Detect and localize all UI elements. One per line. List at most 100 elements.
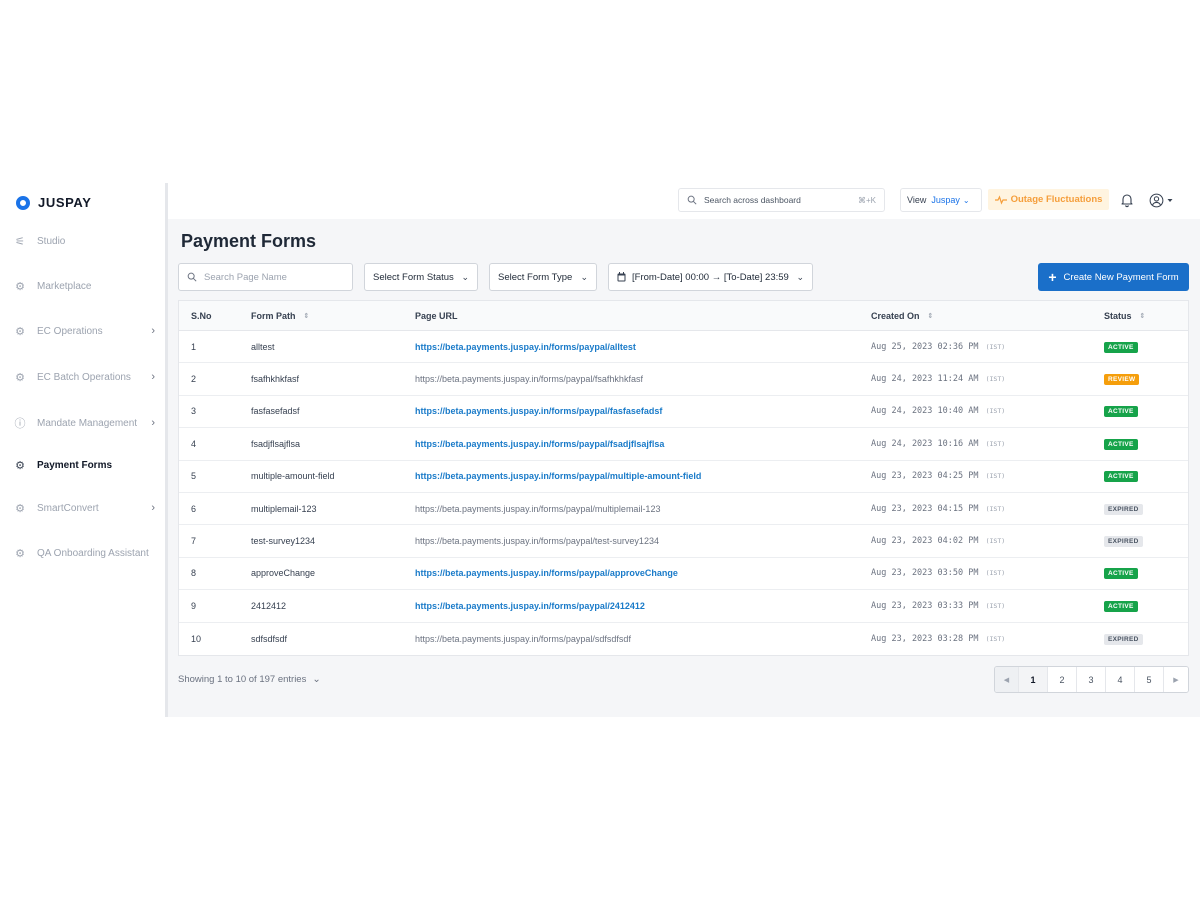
page-url-link[interactable]: https://beta.payments.juspay.in/forms/pa… <box>415 568 678 578</box>
sidebar-item-label: EC Batch Operations <box>37 371 131 383</box>
sidebar-item-mandate-management[interactable]: ⓘ Mandate Management › <box>0 412 165 434</box>
next-page-button[interactable]: ▶ <box>1164 667 1188 692</box>
column-header-form-path[interactable]: Form Path ⇕ <box>251 311 415 321</box>
entries-count: Showing 1 to 10 of 197 entries <box>178 674 307 685</box>
created-on-cell: Aug 23, 2023 04:15 PM (IST) <box>871 503 1006 514</box>
sno-cell: 9 <box>191 600 197 611</box>
view-selector[interactable]: View Juspay ⌄ <box>900 188 982 212</box>
timezone-label: (IST) <box>985 342 1006 351</box>
view-value: Juspay <box>931 195 960 205</box>
brand-name: JUSPAY <box>38 195 92 210</box>
outage-fluctuations-button[interactable]: Outage Fluctuations <box>988 189 1109 210</box>
payment-forms-table: S.No Form Path ⇕ Page URL Created On ⇕ Sta… <box>178 300 1189 656</box>
page-button-3[interactable]: 3 <box>1077 667 1106 692</box>
status-badge: ACTIVE <box>1104 438 1138 450</box>
page-button-5[interactable]: 5 <box>1135 667 1164 692</box>
sidebar-item-label: EC Operations <box>37 325 103 337</box>
form-status-select-label: Select Form Status <box>373 271 454 283</box>
settings-gear-icon: ⚙ <box>15 325 25 338</box>
page-name-search[interactable] <box>178 263 353 291</box>
entries-count-selector[interactable]: Showing 1 to 10 of 197 entries ⌄ <box>178 674 321 685</box>
page-url-link[interactable]: https://beta.payments.juspay.in/forms/pa… <box>415 471 701 481</box>
status-badge: ACTIVE <box>1104 406 1138 418</box>
page-url-link[interactable]: https://beta.payments.juspay.in/forms/pa… <box>415 406 662 416</box>
table-row: 10 sdfsdfsdf https://beta.payments.juspay.… <box>179 623 1188 655</box>
column-header-page-url: Page URL <box>415 310 458 321</box>
sidebar-item-studio[interactable]: ⚟ Studio <box>0 230 165 252</box>
chevron-down-icon: ⌄ <box>580 271 588 282</box>
page-url-link[interactable]: https://beta.payments.juspay.in/forms/pa… <box>415 342 636 352</box>
date-range-picker[interactable]: [From-Date] 00:00 → [To-Date] 23:59 ⌄ <box>608 263 813 291</box>
marketplace-icon: ⚙ <box>15 280 25 293</box>
form-path-cell: fsafhkhkfasf <box>251 374 300 385</box>
sidebar-item-label: SmartConvert <box>37 502 99 514</box>
chevron-right-icon: › <box>151 325 155 337</box>
user-menu[interactable] <box>1149 192 1173 208</box>
sliders-icon: ⚟ <box>15 235 25 248</box>
timezone-label: (IST) <box>985 472 1006 481</box>
sort-icon[interactable]: ⇕ <box>304 312 310 320</box>
column-header-created-on[interactable]: Created On ⇕ <box>871 311 1104 321</box>
status-badge: EXPIRED <box>1104 503 1143 515</box>
sno-cell: 3 <box>191 406 197 417</box>
created-on-cell: Aug 24, 2023 10:40 AM (IST) <box>871 406 1006 417</box>
page-url-link[interactable]: https://beta.payments.juspay.in/forms/pa… <box>415 601 645 611</box>
pulse-icon <box>994 194 1007 205</box>
table-body: 1 alltest https://beta.payments.juspay.in/… <box>179 331 1188 655</box>
batch-operations-icon: ⚙ <box>15 371 25 384</box>
sno-cell: 7 <box>191 536 197 547</box>
create-payment-form-button[interactable]: + Create New Payment Form <box>1038 263 1189 291</box>
pagination: ◀ 1 2 3 4 5 ▶ <box>994 666 1189 693</box>
created-on-cell: Aug 23, 2023 04:02 PM (IST) <box>871 536 1006 547</box>
form-path-cell: sdfsdfsdf <box>251 633 288 644</box>
status-badge: ACTIVE <box>1104 341 1138 353</box>
table-row: 1 alltest https://beta.payments.juspay.in/… <box>179 331 1188 364</box>
sidebar-item-ec-batch-operations[interactable]: ⚙ EC Batch Operations › <box>0 366 165 388</box>
sno-cell: 4 <box>191 438 197 449</box>
form-path-cell: approveChange <box>251 568 316 579</box>
sidebar: JUSPAY ⚟ Studio ⚙ Marketplace ⚙ EC Operations… <box>0 183 168 717</box>
sidebar-item-smartconvert[interactable]: ⚙ SmartConvert › <box>0 497 165 519</box>
form-type-select-label: Select Form Type <box>498 271 573 283</box>
global-search[interactable]: ⌘+K <box>678 188 885 212</box>
page-name-search-input[interactable] <box>204 271 344 283</box>
sort-icon[interactable]: ⇕ <box>928 312 934 320</box>
date-range-label: [From-Date] 00:00 → [To-Date] 23:59 <box>632 271 789 283</box>
user-avatar-icon <box>1149 193 1164 207</box>
table-row: 8 approveChange https://beta.payments.jusp… <box>179 558 1188 591</box>
view-label: View <box>907 195 927 205</box>
column-header-status[interactable]: Status ⇕ <box>1104 311 1184 321</box>
mandate-icon: ⓘ <box>14 418 26 430</box>
sidebar-item-qa-onboarding-assistant[interactable]: ⚙ QA Onboarding Assistant <box>0 542 165 564</box>
page-url-link[interactable]: https://beta.payments.juspay.in/forms/pa… <box>415 439 664 449</box>
bell-icon[interactable] <box>1119 192 1135 208</box>
global-search-input[interactable] <box>704 195 858 205</box>
form-path-cell: fsadjflsajflsa <box>251 438 301 449</box>
page-button-2[interactable]: 2 <box>1048 667 1077 692</box>
chevron-down-icon: ⌄ <box>962 195 970 205</box>
column-header-sno: S.No <box>191 310 212 321</box>
sidebar-item-ec-operations[interactable]: ⚙ EC Operations › <box>0 320 165 342</box>
page-button-4[interactable]: 4 <box>1106 667 1135 692</box>
created-on-cell: Aug 24, 2023 10:16 AM (IST) <box>871 438 1006 449</box>
timezone-label: (IST) <box>985 439 1006 448</box>
form-type-select[interactable]: Select Form Type ⌄ <box>489 263 597 291</box>
table-row: 2 fsafhkhkfasf https://beta.payments.juspa… <box>179 363 1188 396</box>
brand-logo[interactable]: JUSPAY <box>16 195 91 210</box>
sort-icon[interactable]: ⇕ <box>1140 312 1146 320</box>
page-url-link: https://beta.payments.juspay.in/forms/pa… <box>415 536 659 547</box>
table-row: 6 multiplemail-123 https://beta.payments.j… <box>179 493 1188 526</box>
sidebar-item-payment-forms[interactable]: ⚙ Payment Forms <box>0 454 165 476</box>
sidebar-item-marketplace[interactable]: ⚙ Marketplace <box>0 275 165 297</box>
page-button-1[interactable]: 1 <box>1019 667 1048 692</box>
status-badge: REVIEW <box>1104 374 1140 386</box>
prev-page-button[interactable]: ◀ <box>995 667 1019 692</box>
page-url-link: https://beta.payments.juspay.in/forms/pa… <box>415 374 643 385</box>
sno-cell: 10 <box>191 633 202 644</box>
chevron-down-icon: ⌄ <box>312 674 321 685</box>
juspay-logo-icon <box>16 195 30 210</box>
caret-right-icon: ▶ <box>1173 676 1179 684</box>
timezone-label: (IST) <box>985 601 1006 610</box>
form-status-select[interactable]: Select Form Status ⌄ <box>364 263 478 291</box>
table-row: 5 multiple-amount-field https://beta.payme… <box>179 461 1188 493</box>
